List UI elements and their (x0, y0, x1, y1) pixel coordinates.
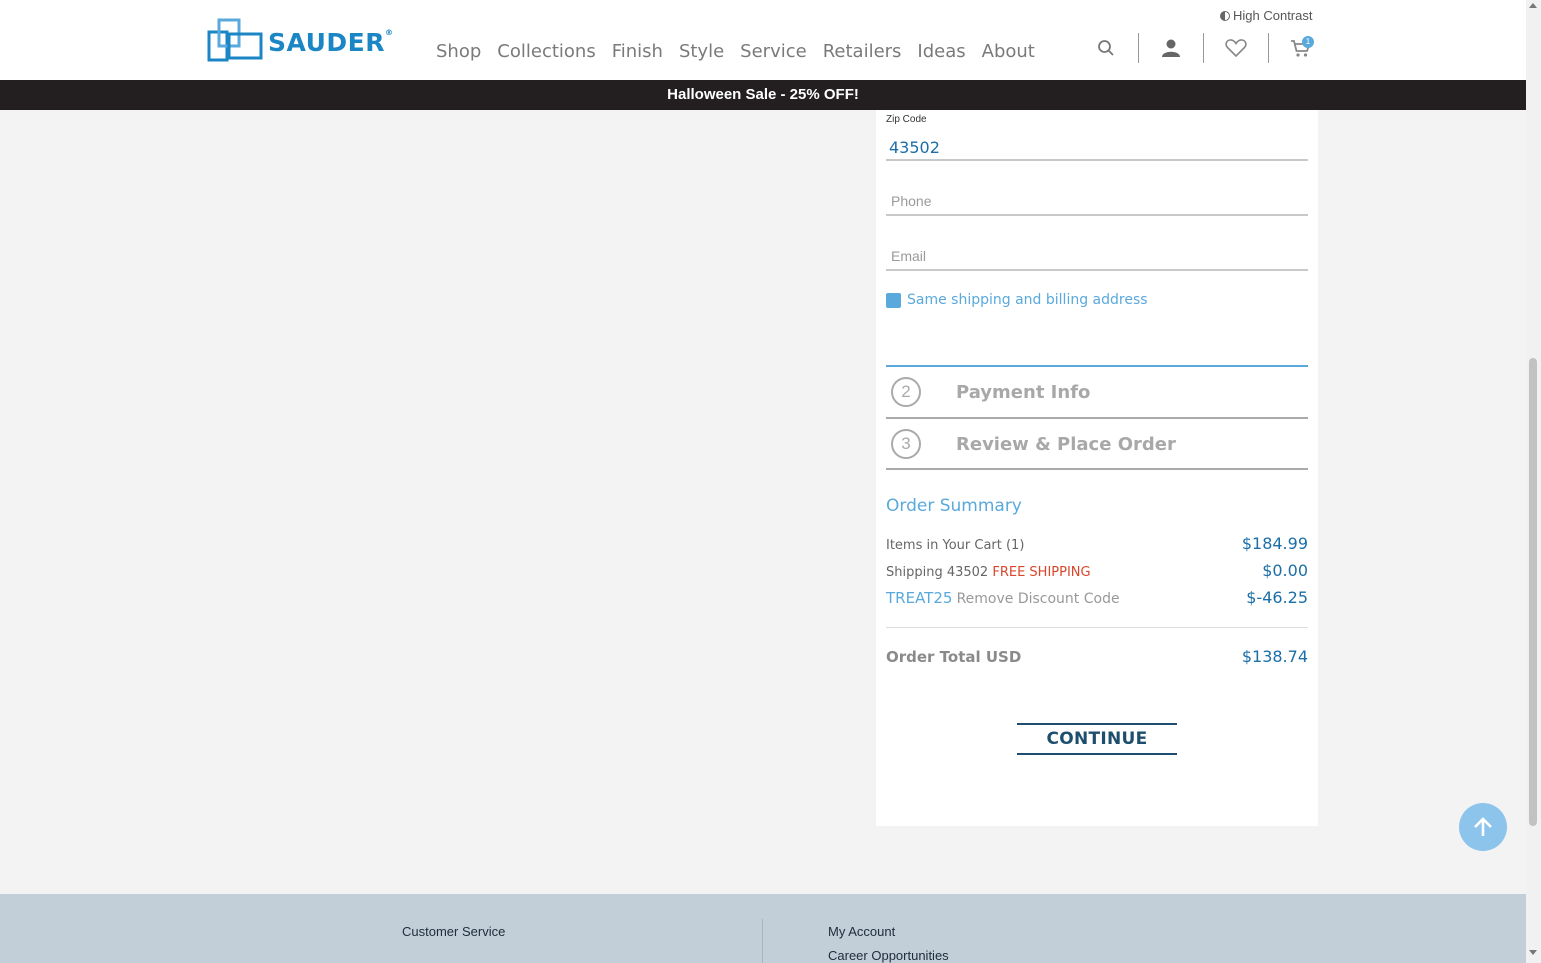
arrow-up-icon (1474, 817, 1492, 836)
discount-code: TREAT25 (886, 589, 953, 607)
step-review-place-order[interactable]: 3 Review & Place Order (886, 419, 1308, 469)
summary-items-row: Items in Your Cart (1) $184.99 (886, 534, 1308, 553)
site-footer: Customer Service My Account Career Oppor… (0, 894, 1526, 963)
scroll-down-arrow-icon[interactable] (1529, 950, 1537, 955)
header-divider (1203, 33, 1204, 63)
zip-code-value: 43502 (889, 138, 940, 157)
sauder-logo[interactable]: SAUDER® (207, 18, 393, 62)
main-nav: Shop Collections Finish Style Service Re… (436, 41, 1035, 62)
step-title: Review & Place Order (956, 433, 1176, 455)
scroll-to-top-button[interactable] (1459, 803, 1507, 851)
footer-my-account[interactable]: My Account (828, 924, 949, 939)
step-number: 2 (891, 377, 921, 407)
same-address-label: Same shipping and billing address (907, 292, 1148, 308)
remove-discount-link[interactable]: Remove Discount Code (957, 591, 1120, 607)
footer-customer-service[interactable]: Customer Service (402, 924, 505, 939)
scroll-up-arrow-icon[interactable] (1529, 3, 1537, 8)
site-header: SAUDER® Shop Collections Finish Style Se… (0, 0, 1526, 80)
continue-button[interactable]: CONTINUE (1017, 723, 1177, 755)
zip-code-label: Zip Code (886, 114, 927, 125)
summary-shipping-row: Shipping 43502 FREE SHIPPING $0.00 (886, 561, 1308, 580)
account-icon[interactable] (1155, 32, 1187, 64)
phone-placeholder: Phone (891, 193, 932, 209)
high-contrast-toggle[interactable]: High Contrast (1220, 8, 1312, 23)
same-address-option[interactable]: Same shipping and billing address (886, 292, 1148, 308)
free-shipping-note: FREE SHIPPING (992, 565, 1091, 580)
header-divider (1268, 33, 1269, 63)
shipping-amount: $0.00 (1262, 561, 1308, 580)
footer-divider (762, 919, 763, 963)
header-divider (1138, 33, 1139, 63)
discount-amount: $-46.25 (1246, 588, 1308, 607)
step-number: 3 (891, 429, 921, 459)
nav-retailers[interactable]: Retailers (823, 41, 902, 62)
logo-mark-icon (207, 18, 263, 62)
contrast-icon (1220, 10, 1230, 21)
search-icon[interactable] (1090, 32, 1122, 64)
page-scrollbar[interactable] (1526, 0, 1541, 963)
nav-collections[interactable]: Collections (497, 41, 595, 62)
discount-label: TREAT25 Remove Discount Code (886, 589, 1120, 607)
footer-career-opportunities[interactable]: Career Opportunities (828, 948, 949, 963)
order-total-amount: $138.74 (1241, 647, 1308, 666)
cart-icon[interactable]: 1 (1285, 32, 1317, 64)
wishlist-heart-icon[interactable] (1220, 32, 1252, 64)
zip-code-field[interactable]: Zip Code 43502 (886, 114, 1308, 161)
email-field[interactable]: Email (886, 241, 1308, 271)
step-payment-info[interactable]: 2 Payment Info (886, 367, 1308, 417)
nav-finish[interactable]: Finish (612, 41, 663, 62)
same-address-checkbox[interactable] (886, 292, 901, 308)
nav-style[interactable]: Style (679, 41, 724, 62)
nav-about[interactable]: About (982, 41, 1035, 62)
nav-service[interactable]: Service (740, 41, 807, 62)
step-divider (886, 468, 1308, 470)
order-total-row: Order Total USD $138.74 (886, 647, 1308, 666)
order-summary-title: Order Summary (886, 496, 1022, 516)
cart-count-badge: 1 (1302, 36, 1314, 48)
phone-field[interactable]: Phone (886, 186, 1308, 216)
nav-ideas[interactable]: Ideas (917, 41, 965, 62)
promo-banner[interactable]: Halloween Sale - 25% OFF! (0, 80, 1526, 110)
items-amount: $184.99 (1241, 534, 1308, 553)
scrollbar-thumb[interactable] (1529, 358, 1537, 826)
nav-shop[interactable]: Shop (436, 41, 481, 62)
step-title: Payment Info (956, 381, 1091, 403)
summary-discount-row: TREAT25 Remove Discount Code $-46.25 (886, 588, 1308, 607)
email-placeholder: Email (891, 248, 927, 264)
header-actions: 1 (1090, 32, 1317, 64)
checkout-panel: Zip Code 43502 Phone Email Same shipping… (876, 110, 1318, 826)
brand-name: SAUDER® (268, 27, 394, 57)
order-total-label: Order Total USD (886, 648, 1022, 666)
footer-account-column: My Account Career Opportunities (828, 924, 949, 963)
items-label: Items in Your Cart (1) (886, 538, 1025, 553)
high-contrast-label: High Contrast (1233, 8, 1313, 23)
summary-divider (886, 627, 1308, 628)
shipping-label: Shipping 43502 FREE SHIPPING (886, 565, 1091, 580)
